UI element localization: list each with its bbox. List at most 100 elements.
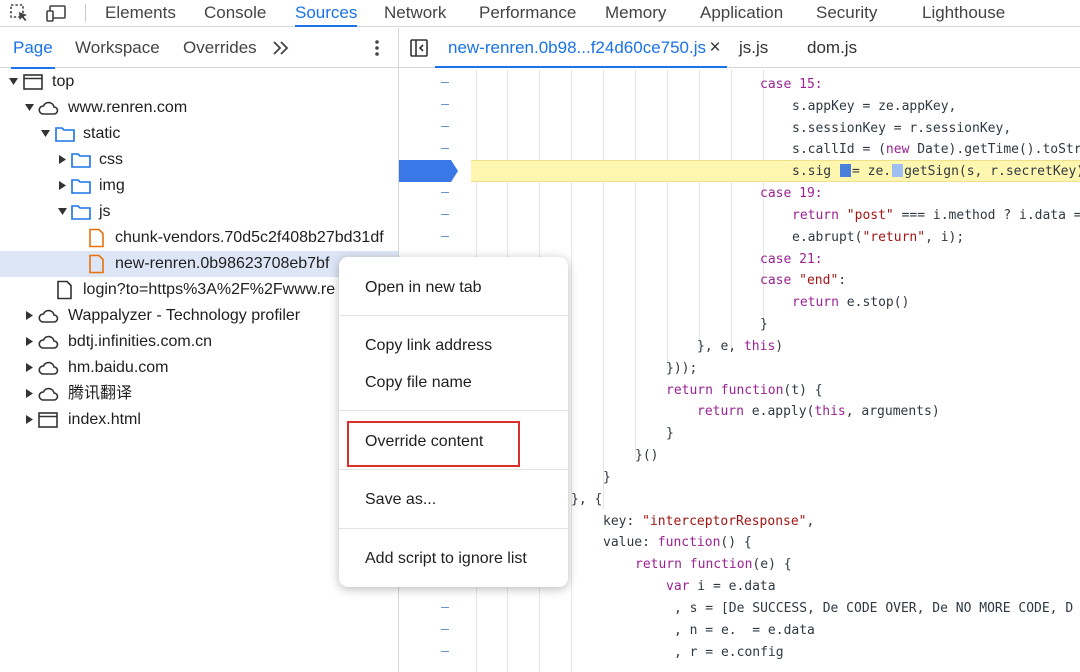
collapsed-arrow-icon[interactable] (24, 362, 35, 373)
code-line: s.appKey = ze.appKey, (792, 96, 956, 118)
tab-network[interactable]: Network (384, 0, 446, 27)
code-token: var (666, 579, 690, 594)
inspect-element-icon[interactable] (9, 3, 31, 23)
code-line: , n = e. = e.data (674, 620, 815, 642)
tab-lighthouse[interactable]: Lighthouse (922, 0, 1005, 27)
collapsed-arrow-icon[interactable] (57, 154, 68, 165)
code-token: function (657, 535, 721, 550)
menu-separator (339, 469, 568, 470)
code-token: () { (720, 535, 752, 550)
expanded-arrow-icon[interactable] (57, 206, 68, 217)
collapsed-arrow-icon[interactable] (57, 180, 68, 191)
code-token: , s = [De SUCCESS, De CODE OVER, De NO M… (674, 601, 1074, 616)
editor-tabbar: new-renren.0b98...f24d60ce750.js × js.js… (399, 28, 1080, 68)
document-file-icon (54, 280, 76, 300)
code-token: return (697, 404, 744, 419)
code-line: case "end": (760, 270, 846, 292)
code-token: : (838, 273, 847, 288)
menu-separator (339, 315, 568, 316)
cloud-icon (37, 358, 59, 378)
folder-icon (70, 150, 92, 170)
inline-breakpoint-icon[interactable] (892, 164, 904, 177)
editor-tab-new-renren[interactable]: new-renren.0b98...f24d60ce750.js (448, 28, 706, 68)
tree-item-folder[interactable]: js (0, 199, 398, 225)
tree-item-top[interactable]: top (0, 69, 398, 95)
toggle-navigator-icon[interactable] (409, 38, 429, 58)
code-line: return e.stop() (792, 292, 909, 314)
code-line: }, { (571, 489, 602, 511)
editor-tab-dom[interactable]: dom.js (807, 28, 857, 68)
menu-copy-file-name[interactable]: Copy file name (339, 368, 568, 398)
expanded-arrow-icon[interactable] (8, 76, 19, 87)
indent-guide (731, 69, 732, 349)
tree-item-domain[interactable]: www.renren.com (0, 95, 398, 121)
gutter-mark (441, 126, 449, 127)
tree-item-label: index.html (68, 411, 141, 428)
frame-icon (22, 72, 44, 92)
tab-console[interactable]: Console (204, 0, 266, 27)
tab-performance[interactable]: Performance (479, 0, 576, 27)
code-token: } (666, 426, 674, 441)
tree-item-label: Wappalyzer - Technology profiler (68, 307, 301, 324)
tab-elements[interactable]: Elements (105, 0, 176, 27)
gutter-mark (441, 104, 449, 105)
gutter-mark (441, 629, 449, 630)
code-token: i = e.data (689, 579, 776, 594)
menu-add-to-ignore-list[interactable]: Add script to ignore list (339, 544, 568, 574)
more-options-kebab-icon[interactable] (368, 38, 386, 58)
collapsed-arrow-icon[interactable] (24, 336, 35, 347)
code-token: case (760, 273, 792, 288)
code-token: case 21: (760, 252, 823, 267)
toolbar-divider (85, 4, 86, 22)
collapsed-arrow-icon[interactable] (24, 310, 35, 321)
menu-save-as[interactable]: Save as... (339, 485, 568, 515)
code-token: this (743, 339, 776, 354)
expanded-arrow-icon[interactable] (24, 102, 35, 113)
annotation-highlight-box (347, 421, 520, 467)
code-line: } (666, 423, 674, 445)
tab-security[interactable]: Security (816, 0, 877, 27)
expanded-arrow-icon[interactable] (40, 128, 51, 139)
tree-item-label: top (52, 73, 75, 90)
breakpoint-marker-icon[interactable] (399, 160, 459, 182)
code-token: case 19: (760, 186, 823, 201)
code-line: return function(t) { (666, 380, 823, 402)
tab-memory[interactable]: Memory (605, 0, 666, 27)
device-toolbar-icon[interactable] (46, 3, 68, 23)
code-token: key: (603, 514, 643, 529)
collapsed-arrow-icon[interactable] (24, 414, 35, 425)
tree-item-label: 腾讯翻译 (68, 385, 133, 402)
tab-workspace[interactable]: Workspace (75, 28, 160, 68)
close-tab-icon[interactable]: × (705, 38, 725, 58)
collapsed-arrow-icon[interactable] (24, 388, 35, 399)
more-tabs-chevron-icon[interactable] (270, 38, 292, 58)
code-line: s.sig = ze. getSign(s, r.secretKey) (792, 161, 1080, 183)
tree-item-file[interactable]: chunk-vendors.70d5c2f408b27bd31df (0, 225, 398, 251)
gutter-mark (441, 607, 449, 608)
gutter-mark (441, 148, 449, 149)
code-line: s.sessionKey = r.sessionKey, (792, 118, 1011, 140)
tab-page[interactable]: Page (11, 28, 55, 69)
tree-item-label: new-renren.0b98623708eb7bf (115, 255, 330, 272)
tab-overrides[interactable]: Overrides (183, 28, 257, 68)
indent-guide (635, 69, 636, 459)
code-token: (e) { (752, 557, 792, 572)
tab-sources[interactable]: Sources (295, 0, 358, 27)
folder-icon (70, 176, 92, 196)
editor-tab-js[interactable]: js.js (739, 28, 768, 68)
code-token: s.sig (792, 164, 839, 179)
indent-guide (667, 69, 668, 369)
code-line: } (760, 314, 768, 336)
code-token: getSign(s, r.secretKey) (904, 164, 1080, 179)
gutter-mark (441, 82, 449, 83)
tree-item-folder[interactable]: img (0, 173, 398, 199)
code-token: function (720, 383, 784, 398)
code-token: }() (635, 448, 659, 463)
inline-breakpoint-icon[interactable] (839, 164, 851, 177)
tab-application[interactable]: Application (700, 0, 783, 27)
tree-item-folder[interactable]: css (0, 147, 398, 173)
menu-open-in-new-tab[interactable]: Open in new tab (339, 273, 568, 303)
code-token: function (689, 557, 753, 572)
menu-copy-link-address[interactable]: Copy link address (339, 331, 568, 361)
tree-item-folder[interactable]: static (0, 121, 398, 147)
